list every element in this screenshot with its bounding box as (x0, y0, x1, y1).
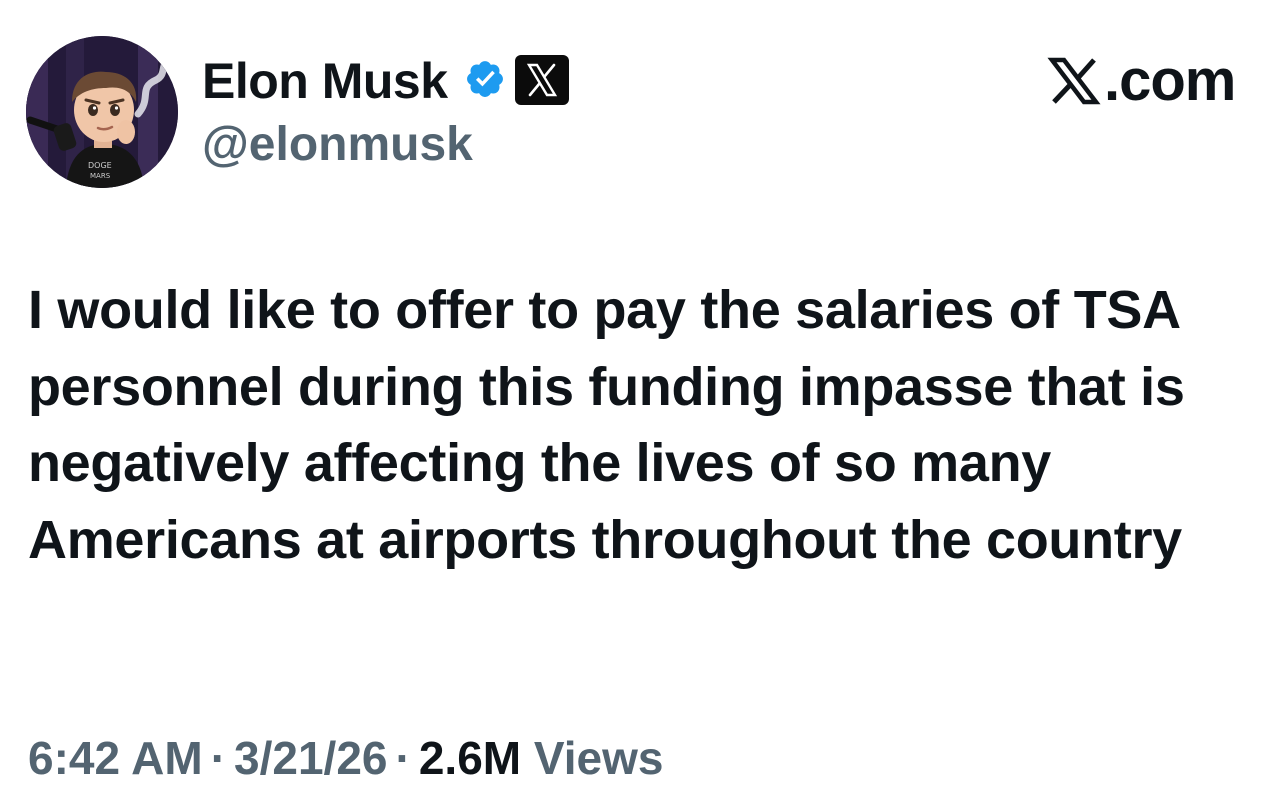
tweet-meta: 6:42 AM · 3/21/26 · 2.6M Views (28, 728, 663, 788)
verified-checkmark-icon[interactable] (464, 58, 506, 100)
tweet-date[interactable]: 3/21/26 (234, 732, 387, 784)
tweet-card: DOGE MARS Elon Musk @elonmusk .com I wou… (0, 0, 1280, 796)
views-count[interactable]: 2.6M (419, 732, 521, 784)
svg-text:DOGE: DOGE (88, 161, 112, 170)
site-label: .com (1104, 48, 1236, 113)
avatar[interactable]: DOGE MARS (26, 36, 178, 188)
x-logo-icon (1047, 57, 1101, 105)
avatar-image: DOGE MARS (26, 36, 178, 188)
tweet-text: I would like to offer to pay the salarie… (28, 280, 1185, 570)
meta-separator: · (210, 732, 227, 784)
x-logo-icon[interactable] (515, 55, 569, 105)
tweet-time[interactable]: 6:42 AM (28, 732, 203, 784)
svg-text:MARS: MARS (90, 172, 111, 180)
views-label[interactable]: Views (534, 732, 664, 784)
display-name[interactable]: Elon Musk (202, 52, 448, 110)
site-brand: .com (1046, 48, 1236, 114)
user-handle[interactable]: @elonmusk (202, 117, 473, 173)
x-logo-glyph (526, 63, 558, 97)
meta-separator: · (395, 732, 411, 784)
